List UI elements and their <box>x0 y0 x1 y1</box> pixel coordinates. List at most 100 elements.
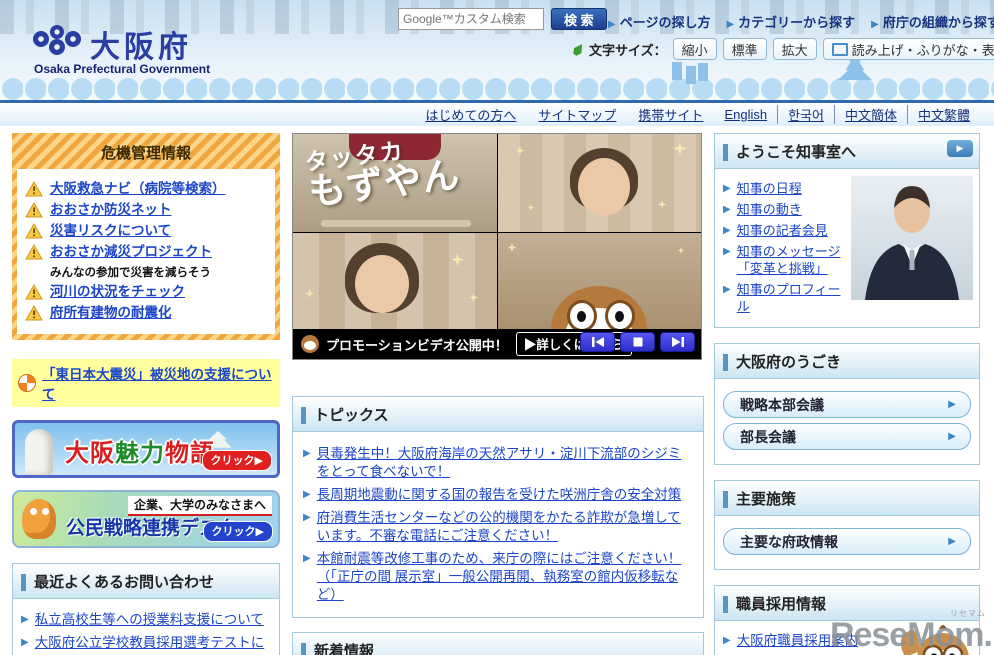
topics-header: トピックス <box>293 397 703 432</box>
video-thumbnail-grid: タッタカ もずやん <box>293 134 701 331</box>
list-item: ▶ 知事のプロフィール <box>723 281 847 315</box>
governor-link[interactable]: 知事の日程 <box>737 180 802 197</box>
click-button[interactable]: クリック▶ <box>201 450 272 471</box>
arrow-icon: ▶ <box>723 225 731 236</box>
site-logo[interactable]: 大阪府 <box>32 22 192 66</box>
link-by-organization[interactable]: ▶ 府庁の組織から探す <box>871 12 994 31</box>
arrow-icon: ▶ <box>303 489 311 500</box>
faq-link[interactable]: 私立高校生等への授業料支援について <box>35 611 264 629</box>
font-enlarge-button[interactable]: 拡大 <box>772 38 817 60</box>
faq-header: 最近よくあるお問い合わせ <box>13 564 279 599</box>
arrow-icon: ▶ <box>948 536 956 547</box>
governor-link[interactable]: 知事の動き <box>737 201 802 218</box>
emergency-link[interactable]: 府所有建物の耐震化 <box>50 304 172 322</box>
governor-more-button[interactable]: ▶ <box>947 140 973 157</box>
faq-body: ▶ 私立高校生等への授業料支援について ▶ 大阪府公立学校教員採用選考テストについて… <box>13 599 279 655</box>
emergency-link[interactable]: おおさか減災プロジェクト <box>50 243 212 261</box>
next-button[interactable] <box>660 332 695 352</box>
arrow-icon: ▶ <box>608 19 616 30</box>
list-item: ▶ 府消費生活センターなどの公的機関をかたる詐欺が急増しています。不審な電話にご注… <box>303 509 693 545</box>
major-policy-button[interactable]: 主要な府政情報 ▶ <box>723 528 971 555</box>
page: 大阪府 Osaka Prefectural Government 検 索 ▶ペー… <box>0 0 994 655</box>
topic-link[interactable]: 府消費生活センターなどの公的機関をかたる詐欺が急増しています。不審な電話にご注意… <box>317 509 693 545</box>
strategy-meeting-button[interactable]: 戦略本部会議 ▶ <box>723 391 971 418</box>
tower-of-sun-icon <box>25 429 53 475</box>
click-button[interactable]: クリック▶ <box>202 521 273 542</box>
arrow-icon: ▶ <box>303 448 311 459</box>
topics-box: トピックス ▶ 貝毒発生中！大阪府海岸の天然アサリ・淀川下流部のシジミをとって食べ… <box>292 396 704 618</box>
nav-chinese-traditional[interactable]: 中文繁體 <box>906 105 980 124</box>
ugoki-body: 戦略本部会議 ▶ 部長会議 ▶ <box>715 379 979 464</box>
video-frame-title: タッタカ もずやん <box>293 134 497 232</box>
font-standard-button[interactable]: 標準 <box>722 38 767 60</box>
governor-link[interactable]: 知事のメッセージ「変革と挑戦」 <box>737 243 847 277</box>
governor-links: ▶ 知事の日程 ▶ 知事の動き ▶ 知事の記者会見 ▶ 知事のメッセージ「変革と挑戦」 … <box>723 176 847 319</box>
arrow-icon: ▶ <box>723 183 731 194</box>
emergency-link[interactable]: 大阪救急ナビ（病院等検索） <box>50 180 226 198</box>
governor-box: ようこそ知事室へ ▶ ▶ 知事の日程 ▶ 知事の動き ▶ 知事の記者会見 ▶ 知事のメッ… <box>714 133 980 328</box>
governor-link[interactable]: 知事の記者会見 <box>737 222 828 239</box>
arrow-icon: ▶ <box>726 19 735 30</box>
arrow-icon: ▶ <box>723 204 731 215</box>
komin-desk-banner[interactable]: 企業、大学のみなさまへ 公民戦略連携デスク クリック▶ <box>12 490 280 548</box>
topic-link[interactable]: 長周期地震動に関する国の報告を受けた咲洲庁舎の安全対策 <box>317 486 682 504</box>
warning-icon <box>25 284 43 300</box>
disaster-support-banner[interactable]: 「東日本大震災」被災地の支援について <box>12 359 280 407</box>
governor-link[interactable]: 知事のプロフィール <box>737 281 847 315</box>
news-box: 新着情報 15時42分[更新] ▶ 4月13日 平成28年度「宅地防災月間」につ… <box>292 632 704 655</box>
video-caption: プロモーションビデオ公開中！ <box>326 337 508 353</box>
video-frame-woman-smiling <box>293 233 497 331</box>
search-area: 検 索 <box>398 8 607 30</box>
arrow-icon: ▶ <box>723 246 731 257</box>
emergency-link[interactable]: 河川の状況をチェック <box>50 283 185 301</box>
faq-link[interactable]: 大阪府公立学校教員採用選考テストについて <box>35 634 271 655</box>
warning-icon <box>25 244 43 260</box>
emergency-title: 危機管理情報 <box>100 145 191 162</box>
font-shrink-button[interactable]: 縮小 <box>672 38 717 60</box>
center-column: タッタカ もずやん プロモーションビデオ公開中！ ▶詳しくはこちら トピックス … <box>292 133 704 655</box>
building-silhouette-icon <box>672 62 682 80</box>
video-controls <box>580 332 695 352</box>
emergency-sub-text: みんなの参加で災害を減らそう <box>50 267 211 279</box>
link-find-page[interactable]: ▶ ページの探し方 <box>608 12 710 31</box>
alert-icon <box>18 374 36 392</box>
font-size-label: 文字サイズ： <box>589 42 667 58</box>
emergency-link[interactable]: 災害リスクについて <box>50 222 171 240</box>
topics-body: ▶ 貝毒発生中！大阪府海岸の天然アサリ・淀川下流部のシジミをとって食べないで！ ▶… <box>293 432 703 617</box>
accessibility-button[interactable]: 読み上げ・ふりがな・表示色 <box>822 38 994 60</box>
mozuyan-mascot-face <box>551 285 648 331</box>
credit-line <box>321 220 471 227</box>
promotion-video-player[interactable]: タッタカ もずやん プロモーションビデオ公開中！ ▶詳しくはこちら <box>292 133 702 360</box>
search-input[interactable] <box>398 8 544 30</box>
nav-english[interactable]: English <box>714 107 777 122</box>
mascot-character-icon <box>22 499 56 539</box>
arrow-icon: ▶ <box>948 431 956 442</box>
nav-korean[interactable]: 한국어 <box>777 105 834 124</box>
topic-link[interactable]: 貝毒発生中！大阪府海岸の天然アサリ・淀川下流部のシジミをとって食べないで！ <box>317 445 693 481</box>
topic-link[interactable]: 本館耐震等改修工事のため、来庁の際にはご注意ください！（「正庁の間 展示室」一般… <box>317 550 693 604</box>
nav-mobile-site[interactable]: 携帯サイト <box>638 105 703 124</box>
logo-title: 大阪府 <box>90 31 192 64</box>
osaka-miryoku-banner[interactable]: 大阪魅力物語 クリック▶ <box>12 420 280 478</box>
previous-button[interactable] <box>580 332 615 352</box>
support-banner-link: 「東日本大震災」被災地の支援について <box>42 367 272 402</box>
list-item: ▶ 知事のメッセージ「変革と挑戦」 <box>723 243 847 277</box>
list-item: 大阪救急ナビ（病院等検索） <box>25 180 269 198</box>
nav-sitemap[interactable]: サイトマップ <box>538 105 616 124</box>
emergency-body: 大阪救急ナビ（病院等検索） おおさか防災ネット 災害リスクについて おおさか減災… <box>17 169 275 334</box>
governor-body: ▶ 知事の日程 ▶ 知事の動き ▶ 知事の記者会見 ▶ 知事のメッセージ「変革と挑戦」 … <box>715 169 979 327</box>
font-size-controls: 文字サイズ： 縮小 標準 拡大 読み上げ・ふりがな・表示色 <box>574 38 994 60</box>
directors-meeting-button[interactable]: 部長会議 ▶ <box>723 423 971 450</box>
stop-button[interactable] <box>620 332 655 352</box>
list-item: 河川の状況をチェック <box>25 283 269 301</box>
language-links: English 한국어 中文簡体 中文繁體 <box>714 105 980 124</box>
ugoki-header: 大阪府のうごき <box>715 344 979 379</box>
emergency-link[interactable]: おおさか防災ネット <box>50 201 172 219</box>
nav-first-time[interactable]: はじめての方へ <box>425 105 516 124</box>
warning-icon <box>25 202 43 218</box>
search-button[interactable]: 検 索 <box>551 8 607 30</box>
arrow-icon: ▶ <box>948 399 956 410</box>
nav-chinese-simplified[interactable]: 中文簡体 <box>833 105 907 124</box>
link-by-category[interactable]: ▶ カテゴリーから探す <box>726 12 855 31</box>
resemom-watermark: ReseMom. <box>829 616 993 654</box>
